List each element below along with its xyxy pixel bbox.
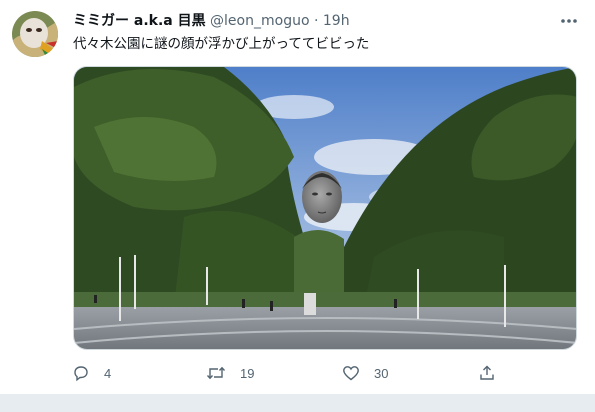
retweet-button[interactable]: 19: [206, 362, 254, 384]
reply-icon[interactable]: [72, 364, 90, 382]
timeline-gap: [0, 394, 595, 412]
share-icon[interactable]: [478, 364, 496, 382]
reply-count: 4: [104, 365, 112, 381]
timestamp[interactable]: 19h: [323, 13, 350, 29]
retweet-icon[interactable]: [206, 364, 226, 382]
user-handle[interactable]: @leon_moguo: [210, 13, 309, 29]
like-button[interactable]: 30: [342, 362, 388, 384]
avatar[interactable]: [12, 11, 58, 57]
like-count: 30: [374, 365, 389, 381]
tweet-photo[interactable]: [73, 66, 577, 350]
tweet-header: ミミガー a.k.a 目黒 @leon_moguo · 19h: [73, 11, 350, 31]
tweet-text: 代々木公園に謎の顔が浮かび上がっててビビった: [73, 36, 370, 52]
separator-dot: ·: [313, 13, 319, 29]
retweet-count: 19: [240, 365, 255, 381]
action-bar: 4 19 30: [72, 362, 512, 386]
reply-button[interactable]: 4: [72, 362, 111, 384]
more-icon[interactable]: [558, 12, 580, 30]
like-icon[interactable]: [342, 364, 360, 382]
display-name[interactable]: ミミガー a.k.a 目黒: [73, 13, 206, 29]
tweet-card[interactable]: ミミガー a.k.a 目黒 @leon_moguo · 19h 代々木公園に謎の…: [0, 0, 595, 394]
share-button[interactable]: [478, 362, 496, 384]
